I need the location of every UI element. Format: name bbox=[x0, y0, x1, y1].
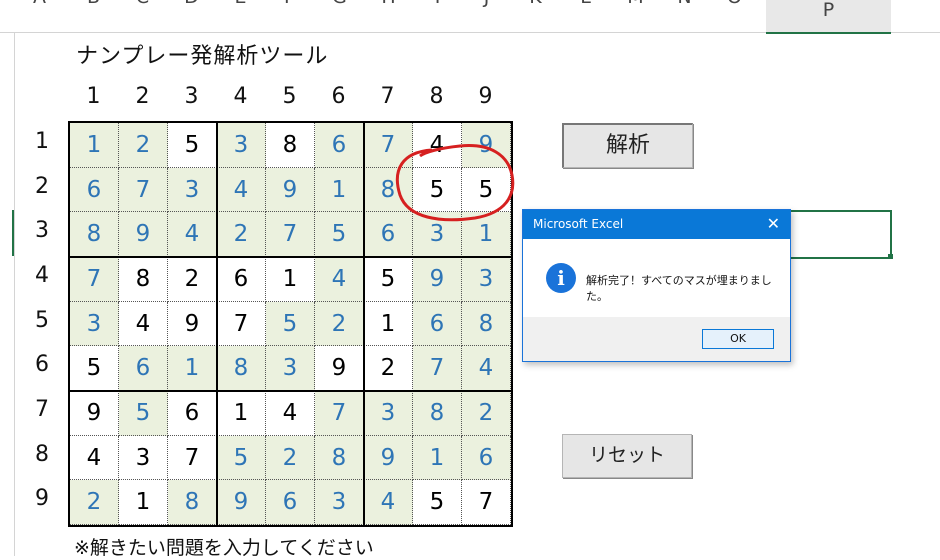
dialog-title: Microsoft Excel bbox=[523, 210, 790, 239]
info-icon: i bbox=[546, 263, 576, 293]
ok-button[interactable]: OK bbox=[702, 329, 774, 349]
close-icon[interactable]: ✕ bbox=[767, 214, 780, 234]
dialog-message: 解析完了！すべてのマスが埋まりました。 bbox=[586, 274, 772, 303]
message-dialog: Microsoft Excel ✕ i 解析完了！すべてのマスが埋まりました。 … bbox=[522, 209, 791, 362]
dialog-footer: OK bbox=[523, 317, 790, 361]
red-annotation-circle bbox=[395, 144, 515, 222]
